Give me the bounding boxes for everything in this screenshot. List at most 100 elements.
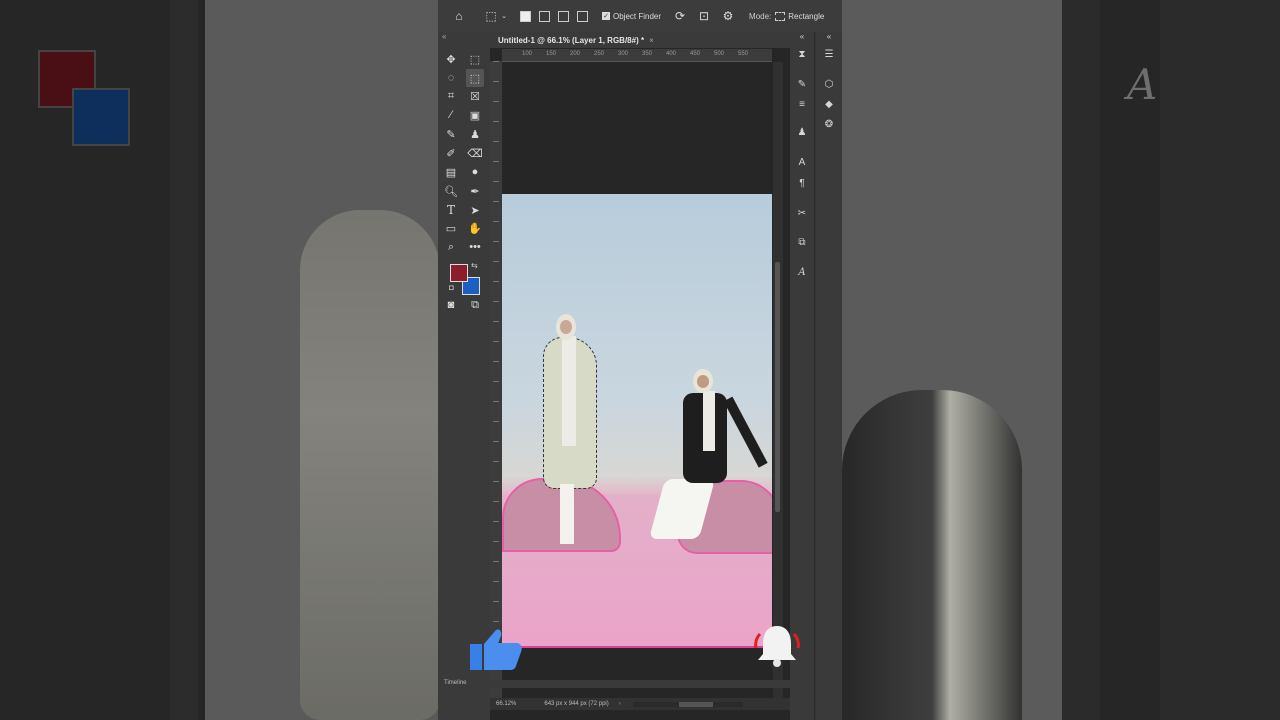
healing-brush-icon[interactable]: ▣ [466, 106, 484, 124]
vertical-scrollbar[interactable] [773, 62, 783, 700]
document-tab-title: Untitled-1 @ 66.1% (Layer 1, RGB/8#) * [498, 35, 645, 45]
eyedropper-tool-icon[interactable]: ⁄ [442, 106, 460, 124]
tools-icon[interactable]: ✂ [794, 205, 810, 221]
layers-icon[interactable]: ◆ [821, 96, 837, 112]
channels-icon[interactable]: ❂ [821, 116, 837, 132]
mode-select[interactable]: Rectangle [775, 11, 824, 21]
adjustments-sliders-icon[interactable]: ☰ [821, 46, 837, 62]
quick-mask-icon[interactable]: ◙ [442, 296, 460, 314]
ruler-tick [493, 441, 499, 442]
frame-tool-icon[interactable]: ☒ [466, 87, 484, 105]
ruler-tick [493, 261, 499, 262]
zoom-tool-icon[interactable]: ⌕ [442, 238, 460, 256]
document-dimensions: 643 px x 944 px (72 ppi) [544, 701, 609, 707]
blur-tool-icon[interactable]: ● [466, 163, 484, 181]
selection-edge [502, 646, 772, 648]
ruler-tick [493, 101, 499, 102]
horizontal-scrollbar[interactable] [632, 701, 743, 707]
options-bar: ⌂ ⬚ ⌄ ✓ Object Finder ⟳ ⊡ ⚙ Mode: Rectan… [438, 0, 842, 33]
panel-column-1: « ⧗ ✎ ≡ ♟ A ¶ ✂ ⧉ A [790, 32, 815, 720]
eraser-tool-icon[interactable]: ⌫ [466, 144, 484, 162]
default-colors-icon[interactable]: ◘ [449, 283, 454, 292]
stamp-tool-icon[interactable]: ♟ [466, 125, 484, 143]
glyphs-icon[interactable]: A [794, 264, 810, 280]
scrollbar-thumb[interactable] [678, 701, 713, 707]
ruler-tick [493, 581, 499, 582]
timeline-panel[interactable]: Timeline [438, 680, 790, 688]
character-icon[interactable]: A [794, 154, 810, 170]
collapse-icon[interactable]: « [794, 28, 810, 44]
rectangle-tool-icon[interactable]: ▭ [442, 219, 460, 237]
path-selection-icon[interactable]: ➤ [466, 201, 484, 219]
canvas-image[interactable] [502, 194, 772, 648]
gear-icon[interactable]: ⚙ [719, 7, 737, 25]
close-tab-button[interactable]: × [649, 36, 654, 45]
mode-label: Mode: [749, 11, 772, 21]
brush-tool-icon[interactable]: ✎ [442, 125, 460, 143]
subtract-selection-icon[interactable] [558, 10, 569, 22]
ruler-tick [493, 321, 499, 322]
history-icon[interactable]: ⧗ [794, 46, 810, 62]
blurred-type-icon: A [1127, 60, 1158, 109]
ruler-tick [493, 201, 499, 202]
ruler-tick [493, 481, 499, 482]
object-finder-checkbox[interactable]: ✓ Object Finder [602, 12, 661, 21]
ruler-tick-label: 500 [714, 51, 725, 57]
chevron-down-icon[interactable]: ⌄ [500, 7, 508, 25]
scarf [703, 391, 715, 451]
hand-tool-icon[interactable]: ✋ [466, 219, 484, 237]
adjustments-icon[interactable]: ≡ [794, 96, 810, 112]
standing-woman [540, 314, 602, 554]
ruler-tick [493, 561, 499, 562]
add-selection-icon[interactable] [539, 10, 550, 22]
ruler-tick [493, 401, 499, 402]
collapse-icon[interactable]: « [821, 28, 837, 44]
object-selection-tool-icon[interactable]: ⬚ [466, 69, 484, 87]
blurred-background-left [0, 0, 438, 720]
show-all-objects-icon[interactable]: ⊡ [695, 7, 713, 25]
chevron-right-icon[interactable]: › [619, 701, 621, 707]
ruler-tick [493, 221, 499, 222]
ruler-tick-label: 450 [690, 51, 701, 57]
new-selection-icon[interactable] [520, 10, 531, 22]
face [697, 375, 709, 388]
intersect-selection-icon[interactable] [577, 10, 588, 22]
ruler-tick [493, 381, 499, 382]
more-tools-icon[interactable]: ••• [466, 238, 484, 256]
dodge-tool-icon[interactable]: 🔍︎ [442, 182, 460, 200]
collapse-icon[interactable]: « [442, 32, 446, 41]
ruler-tick-label: 350 [642, 51, 653, 57]
marquee-tool-icon[interactable]: ⬚ [466, 50, 484, 68]
document-tab[interactable]: Untitled-1 @ 66.1% (Layer 1, RGB/8#) * × [490, 32, 790, 48]
scrollbar-thumb[interactable] [775, 262, 780, 512]
pen-tool-icon[interactable]: ✒ [466, 182, 484, 200]
home-icon[interactable]: ⌂ [450, 7, 468, 25]
properties-icon[interactable]: ⧉ [794, 234, 810, 250]
clone-source-icon[interactable]: ♟ [794, 124, 810, 140]
scarf [562, 336, 576, 446]
crop-tool-icon[interactable]: ⌗ [442, 87, 460, 105]
ruler-tick-label: 150 [546, 51, 557, 57]
ruler-tick-label: 100 [522, 51, 533, 57]
swap-colors-icon[interactable]: ⇆ [471, 261, 478, 270]
history-brush-icon[interactable]: ✐ [442, 144, 460, 162]
brush-settings-icon[interactable]: ✎ [794, 76, 810, 92]
ruler-tick-label: 200 [570, 51, 581, 57]
refresh-icon[interactable]: ⟳ [671, 7, 689, 25]
type-tool-icon[interactable]: T [442, 201, 460, 219]
face [560, 320, 572, 334]
foreground-color-swatch[interactable] [450, 264, 468, 282]
ruler-tick-label: 300 [618, 51, 629, 57]
zoom-level[interactable]: 66.12% [496, 701, 516, 707]
lasso-tool-icon[interactable]: ◌ [442, 69, 460, 87]
paragraph-icon[interactable]: ¶ [794, 175, 810, 191]
horizontal-ruler: 100 150 200 250 300 350 400 450 500 550 [502, 49, 772, 62]
ruler-tick [493, 61, 499, 62]
object-selection-tool-icon[interactable]: ⬚ [482, 7, 500, 25]
move-tool-icon[interactable]: ✥ [442, 50, 460, 68]
gradient-tool-icon[interactable]: ▤ [442, 163, 460, 181]
3d-icon[interactable]: ⬡ [821, 76, 837, 92]
screen-mode-icon[interactable]: ⧉ [466, 296, 484, 314]
ruler-tick [493, 421, 499, 422]
ruler-tick [493, 121, 499, 122]
